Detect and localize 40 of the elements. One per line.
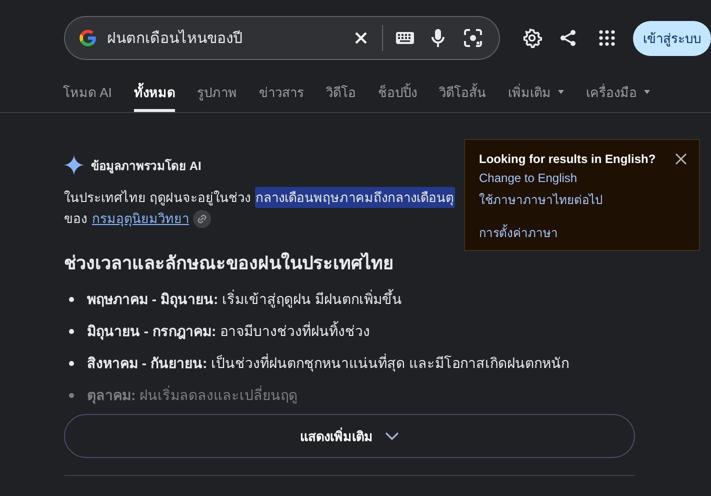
search-tab[interactable]: โหมด AI <box>63 75 112 112</box>
show-more-button[interactable]: แสดงเพิ่มเติม <box>64 414 635 458</box>
settings-icon[interactable] <box>522 28 542 48</box>
search-tab[interactable]: เพิ่มเติม <box>508 75 564 112</box>
search-tab[interactable]: เครื่องมือ <box>586 75 650 112</box>
bullet-icon <box>69 360 74 366</box>
close-icon[interactable] <box>675 153 687 165</box>
language-link[interactable]: การตั้งค่าภาษา <box>479 223 558 242</box>
list-item-text: พฤษภาคม - มิถุนายน: เริ่มเข้าสู่ฤดูฝน มีฝนตกเพิ่มขึ้น <box>87 288 402 310</box>
bullet-icon <box>69 296 74 302</box>
chevron-down-icon <box>385 432 399 440</box>
language-link[interactable]: ใช้ภาษาภาษาไทยต่อไป <box>479 190 603 209</box>
keyboard-icon[interactable] <box>395 31 415 45</box>
apps-grid-icon[interactable] <box>598 29 616 47</box>
search-tab[interactable]: ข่าวสาร <box>258 75 304 112</box>
search-field[interactable]: ฝนตกเดือนไหนของปี <box>64 16 500 60</box>
popup-title: Looking for results in English? <box>479 152 656 166</box>
share-icon[interactable] <box>559 29 577 47</box>
ai-overview-title: ข้อมูลภาพรวมโดย AI <box>91 158 202 174</box>
search-tab[interactable]: วิดีโอสั้น <box>438 75 486 112</box>
search-tab[interactable]: รูปภาพ <box>196 75 237 112</box>
microphone-icon[interactable] <box>431 28 445 48</box>
sign-in-button[interactable]: เข้าสู่ระบบ <box>633 20 711 56</box>
section-heading: ช่วงเวลาและลักษณะของฝนในประเทศไทย <box>64 251 395 275</box>
answer-text: ในประเทศไทย ฤดูฝนจะอยู่ในช่วง <box>64 189 251 208</box>
list-item-text: ตุลาคม: ฝนเริ่มลดลงและเปลี่ยนฤดู <box>87 384 298 406</box>
language-link[interactable]: Change to English <box>479 171 578 185</box>
link-icon[interactable] <box>193 210 211 228</box>
highlighted-text: กลางเดือนพฤษภาคมถึงกลางเดือนตุ <box>254 187 455 208</box>
logo-icon <box>78 28 98 48</box>
source-link[interactable]: กรมอุตุนิยมวิทยา <box>92 208 189 229</box>
search-tab[interactable]: ช็อปปิ้ง <box>378 75 417 112</box>
bullet-icon <box>69 392 74 398</box>
bullet-icon <box>69 328 74 334</box>
camera-icon[interactable] <box>463 28 483 48</box>
search-tab[interactable]: วิดีโอ <box>326 75 356 112</box>
list-item-text: มิถุนายน - กรกฎาคม: อาจมีบางช่วงที่ฝนทิ้งช่วง <box>87 320 370 342</box>
list-item-text: สิงหาคม - กันยายน: เป็นช่วงที่ฝนตกชุกหนาแน่นที่สุด และมีโอกาสเกิดฝนตกหนัก <box>87 352 569 374</box>
sparkle-icon <box>64 155 84 175</box>
answer-text: ของ <box>64 210 87 228</box>
